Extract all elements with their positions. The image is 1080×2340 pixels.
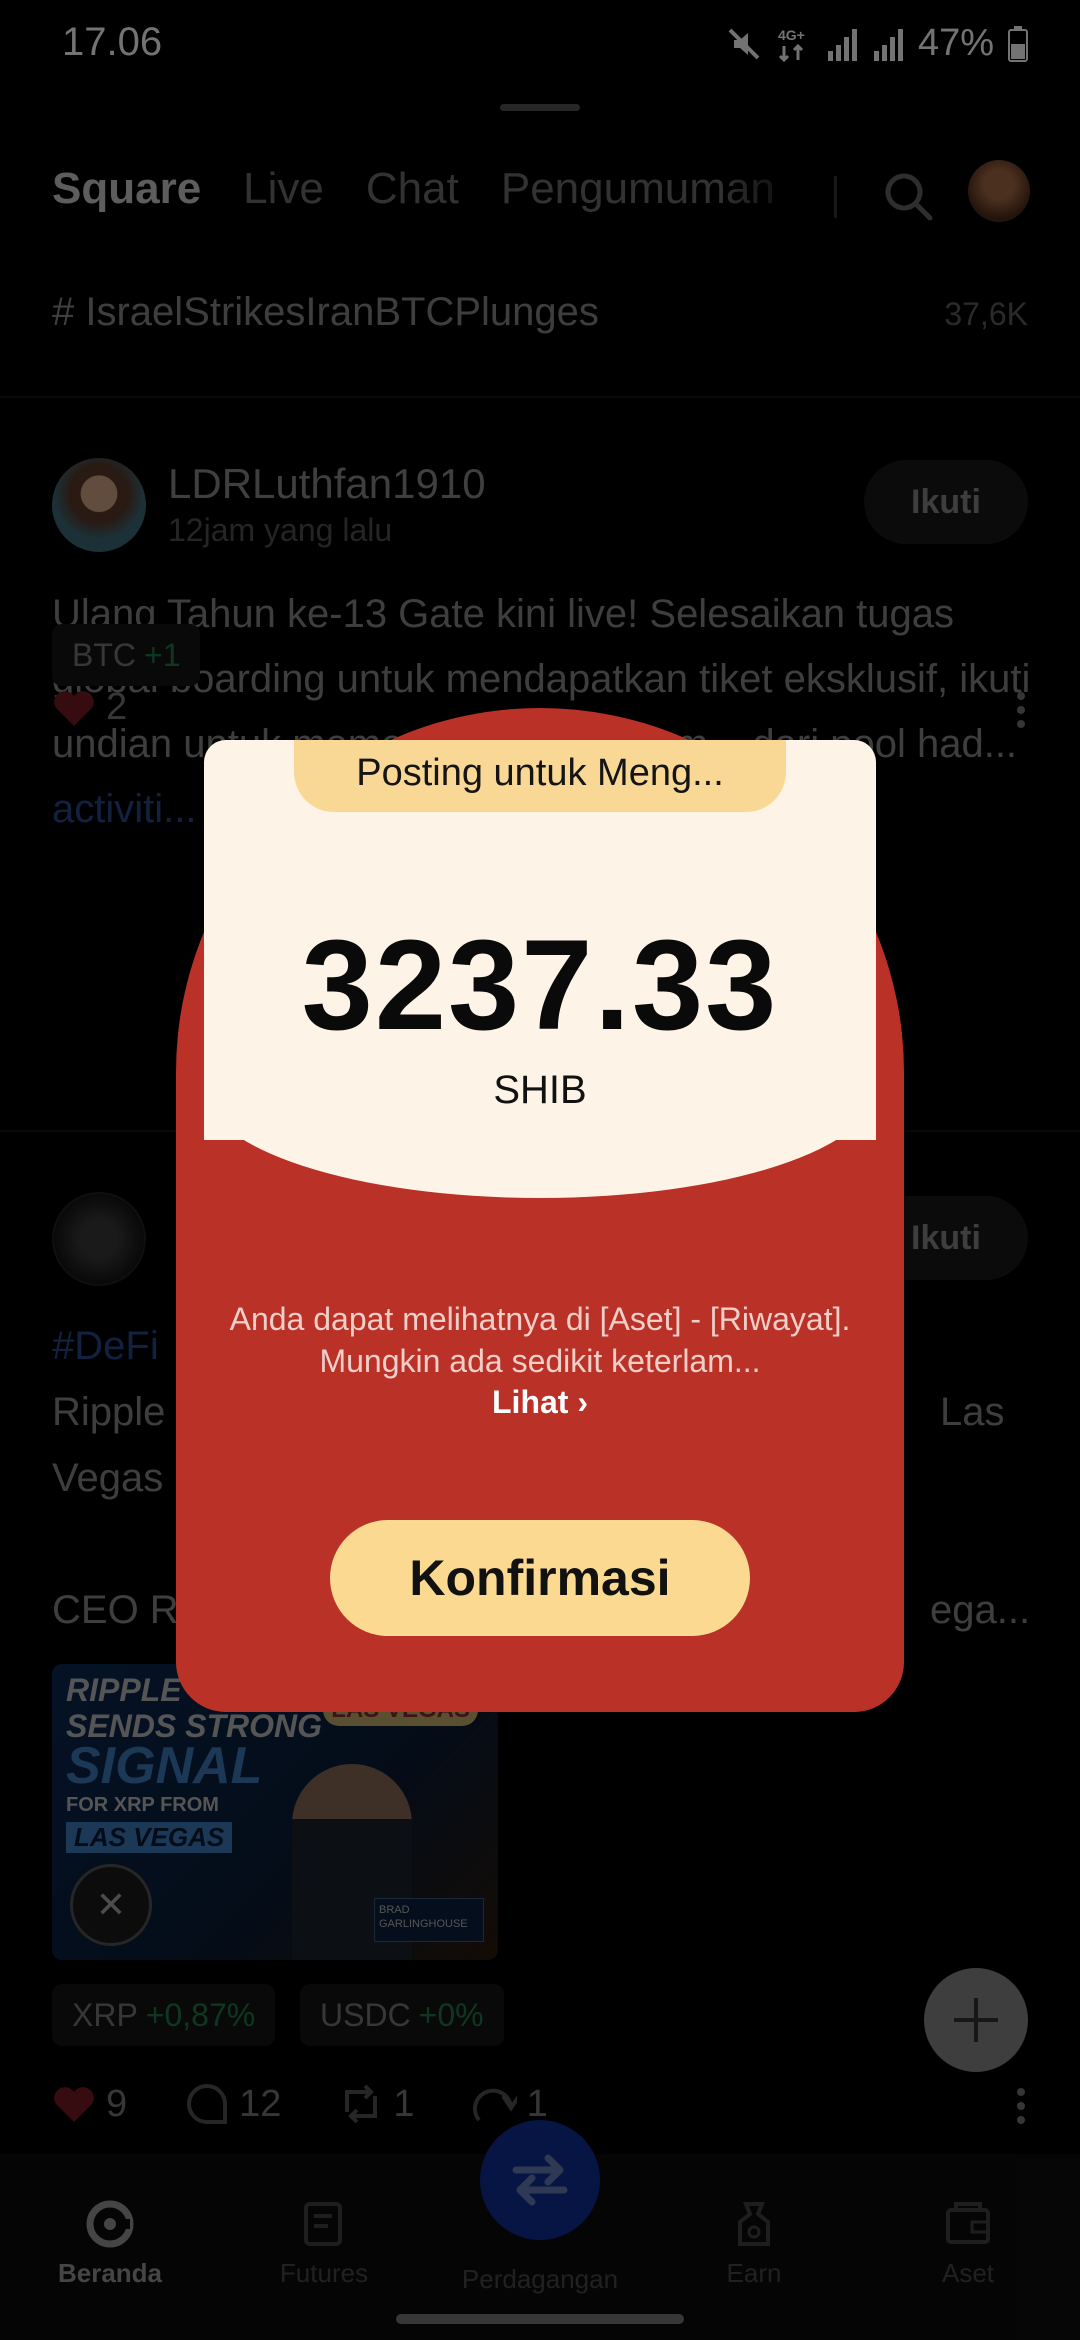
battery-icon bbox=[1008, 25, 1028, 62]
more-options-icon[interactable] bbox=[1014, 2086, 1028, 2126]
like-button[interactable]: 2 bbox=[52, 686, 127, 729]
trending-tag: # IsraelStrikesIranBTCPlunges bbox=[52, 290, 599, 334]
heart-icon bbox=[54, 690, 94, 726]
tab-chat[interactable]: Chat bbox=[366, 164, 459, 214]
user-avatar[interactable] bbox=[52, 1192, 146, 1286]
home-icon bbox=[86, 2200, 134, 2248]
like-count: 9 bbox=[106, 2082, 128, 2125]
xrp-logo-icon: ✕ bbox=[70, 1864, 152, 1946]
repost-button[interactable]: 1 bbox=[339, 2082, 415, 2126]
post-text-line: Vegas bbox=[52, 1456, 164, 1500]
like-button[interactable]: 9 bbox=[52, 2083, 127, 2126]
status-icons: 4G+ 47% bbox=[726, 22, 1028, 65]
chip-symbol: USDC bbox=[320, 1996, 411, 2033]
post-text-line: CEO R bbox=[52, 1588, 179, 1632]
search-icon[interactable] bbox=[878, 166, 938, 226]
wallet-icon bbox=[946, 2202, 990, 2244]
drag-handle[interactable] bbox=[500, 104, 580, 111]
thumb-subtitle: FOR XRP FROM bbox=[66, 1794, 219, 1816]
user-avatar[interactable] bbox=[52, 458, 146, 552]
chip-change: +0% bbox=[418, 1996, 484, 2033]
tab-bar: Square Live Chat Pengumuman bbox=[52, 164, 775, 214]
tab-square[interactable]: Square bbox=[52, 164, 201, 214]
post-text-line: Ripple bbox=[52, 1390, 166, 1434]
trade-button[interactable] bbox=[480, 2120, 600, 2240]
earn-icon bbox=[738, 2202, 770, 2246]
post-hashtag[interactable]: #DeFi bbox=[52, 1324, 159, 1369]
nav-futures[interactable]: Futures bbox=[234, 2154, 414, 2304]
coin-chip-btc[interactable]: BTC +1 bbox=[52, 624, 201, 686]
profile-avatar[interactable] bbox=[968, 160, 1030, 222]
tabs-fade bbox=[720, 150, 850, 250]
follow-button[interactable]: Ikuti bbox=[864, 460, 1028, 544]
reward-unit: SHIB bbox=[493, 1068, 587, 1112]
reward-tag: Posting untuk Meng... bbox=[356, 752, 724, 794]
chip-symbol: BTC bbox=[72, 636, 136, 673]
thumb-location: LAS VEGAS bbox=[66, 1822, 233, 1853]
confirm-button[interactable]: Konfirmasi bbox=[330, 1520, 750, 1636]
nav-assets[interactable]: Aset bbox=[878, 2154, 1058, 2304]
nav-label: Beranda bbox=[57, 2258, 163, 2288]
heart-icon bbox=[54, 2087, 94, 2122]
home-indicator[interactable] bbox=[396, 2314, 684, 2324]
comment-count: 12 bbox=[239, 2082, 282, 2125]
chip-change: +1 bbox=[144, 636, 181, 673]
post-username[interactable]: LDRLuthfan1910 bbox=[168, 460, 486, 508]
post-link[interactable]: activiti... bbox=[52, 787, 196, 831]
plus-icon bbox=[954, 1998, 998, 2042]
repost-count: 1 bbox=[393, 2082, 415, 2125]
share-icon bbox=[472, 2088, 517, 2122]
signal-icon-2 bbox=[873, 28, 903, 61]
nav-home[interactable]: Beranda bbox=[20, 2154, 200, 2304]
swap-icon bbox=[512, 2154, 568, 2206]
tab-live[interactable]: Live bbox=[243, 164, 324, 214]
more-options-icon[interactable] bbox=[1014, 690, 1028, 730]
trending-count: 37,6K bbox=[944, 296, 1028, 332]
futures-icon bbox=[304, 2202, 342, 2246]
post-actions: 9 12 1 1 bbox=[52, 2082, 548, 2126]
repost-icon bbox=[345, 2084, 378, 2124]
post-actions: 2 bbox=[52, 686, 127, 729]
divider bbox=[834, 176, 837, 218]
post-time: 12jam yang lalu bbox=[168, 512, 393, 548]
trending-topic[interactable]: # IsraelStrikesIranBTCPlunges 37,6K bbox=[0, 270, 1080, 398]
nav-label: Perdagangan bbox=[461, 2264, 619, 2294]
post-text-line: ega... bbox=[930, 1588, 1031, 1632]
coin-chip-usdc[interactable]: USDC +0% bbox=[300, 1984, 504, 2046]
nav-earn[interactable]: Earn bbox=[664, 2154, 844, 2304]
comment-button[interactable]: 12 bbox=[185, 2082, 281, 2126]
signal-icon bbox=[827, 28, 857, 61]
status-bar: 17.06 4G+ 47% bbox=[0, 0, 1080, 86]
mute-icon bbox=[728, 28, 760, 59]
svg-text:4G+: 4G+ bbox=[778, 27, 805, 43]
chip-change: +0,87% bbox=[145, 1996, 256, 2033]
like-count: 2 bbox=[106, 686, 128, 728]
reward-modal: Posting untuk Meng... 3237.33 SHIB Anda … bbox=[176, 708, 904, 1712]
status-time: 17.06 bbox=[62, 20, 163, 64]
coin-chip-xrp[interactable]: XRP +0,87% bbox=[52, 1984, 276, 2046]
nav-label: Aset bbox=[941, 2258, 995, 2288]
thumb-nameplate: BRAD GARLINGHOUSE bbox=[374, 1898, 484, 1942]
chip-symbol: XRP bbox=[72, 1996, 138, 2033]
battery-percent: 47% bbox=[917, 22, 994, 64]
post-text-line: Las bbox=[940, 1390, 1005, 1434]
header: Square Live Chat Pengumuman bbox=[0, 150, 1080, 250]
reward-info: Anda dapat melihatnya di [Aset] - [Riway… bbox=[229, 1301, 851, 1379]
reward-amount: 3237.33 bbox=[301, 914, 779, 1057]
network-4g-icon: 4G+ bbox=[778, 27, 805, 62]
thumb-signal: SIGNAL bbox=[66, 1737, 263, 1795]
view-link[interactable]: Lihat › bbox=[176, 1384, 904, 1421]
nav-label: Earn bbox=[726, 2258, 782, 2288]
create-post-button[interactable] bbox=[924, 1968, 1028, 2072]
comment-icon bbox=[187, 2083, 228, 2124]
nav-label: Futures bbox=[279, 2258, 369, 2288]
